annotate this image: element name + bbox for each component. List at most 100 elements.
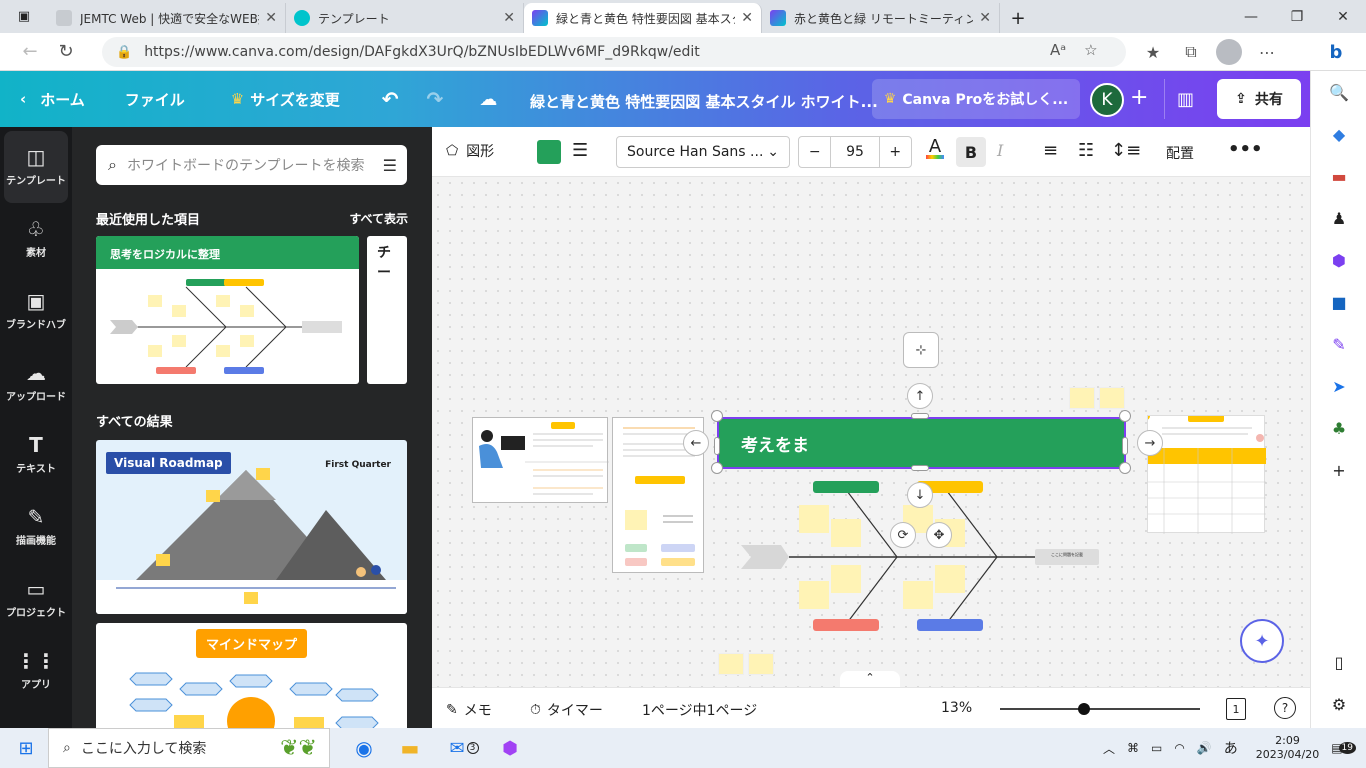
taskbar-clock[interactable]: 2:09 2023/04/20 — [1256, 734, 1319, 762]
more-options-icon[interactable]: ••• — [1228, 139, 1263, 160]
arrow-up-icon[interactable]: ↑ — [907, 383, 933, 409]
focus-icon[interactable]: ⊹ — [903, 332, 939, 368]
collections-icon[interactable]: ⧉ — [1178, 39, 1204, 65]
resize-handle-top[interactable] — [911, 413, 929, 419]
edge-taskbar-icon[interactable]: ◉ — [344, 732, 384, 764]
align-left-icon[interactable]: ≡ — [1043, 140, 1058, 161]
close-tab-icon[interactable]: ✕ — [265, 10, 277, 26]
outlook-icon[interactable]: ■ — [1311, 281, 1366, 323]
ime-icon[interactable]: あ — [1224, 738, 1238, 758]
font-family-select[interactable]: Source Han Sans ... ⌄ — [616, 136, 790, 168]
tree-icon[interactable]: ♣ — [1311, 407, 1366, 449]
result-template-1[interactable]: Visual Roadmap First Quarter — [96, 440, 407, 614]
zoom-slider[interactable] — [1000, 703, 1200, 715]
windows-start-icon[interactable]: ⊞ — [6, 732, 46, 764]
browser-tab-4[interactable]: 赤と黄色と緑 リモートミーティング 基本✕ — [762, 3, 1000, 33]
fill-color-swatch[interactable] — [537, 140, 561, 164]
sticky-note[interactable] — [748, 653, 774, 675]
tab-actions-icon[interactable]: ▣ — [0, 0, 48, 33]
browser-tab-3[interactable]: 緑と青と黄色 特性要因図 基本スタイル✕ — [524, 3, 762, 33]
filter-icon[interactable]: ☰ — [383, 156, 397, 175]
volume-icon[interactable]: 🔊 — [1197, 741, 1212, 755]
rail-item-elements[interactable]: ♧ 素材 — [0, 203, 72, 275]
close-tab-icon[interactable]: ✕ — [741, 10, 753, 26]
bold-icon[interactable]: B — [956, 137, 986, 167]
line-spacing-icon[interactable]: ↕≡ — [1111, 140, 1141, 161]
border-style-icon[interactable]: ☰ — [572, 140, 588, 161]
rail-item-templates[interactable]: ◫ テンプレート — [4, 131, 68, 203]
wifi-icon[interactable]: ◠ — [1174, 741, 1184, 755]
invite-plus-icon[interactable]: + — [1130, 85, 1148, 110]
arrow-down-icon[interactable]: ↓ — [907, 482, 933, 508]
resize-handle-bl[interactable] — [711, 462, 723, 474]
insights-icon[interactable]: ▥ — [1164, 79, 1206, 119]
tools-icon[interactable]: ▬ — [1311, 155, 1366, 197]
fishbone-diagram[interactable] — [737, 477, 1157, 647]
move-icon[interactable]: ✥ — [926, 522, 952, 548]
intro-card[interactable] — [472, 417, 609, 503]
explorer-taskbar-icon[interactable]: ▬ — [390, 732, 430, 764]
close-window-icon[interactable]: ✕ — [1320, 0, 1366, 33]
sticky-note[interactable] — [1069, 387, 1095, 409]
rail-item-draw[interactable]: ✎ 描画機能 — [0, 491, 72, 563]
template-search-input[interactable]: ⌕ ホワイトボードのテンプレートを検索 ☰ — [96, 145, 407, 185]
bing-icon[interactable]: b — [1318, 36, 1354, 68]
design-canvas[interactable]: ここに問題を記載 考えをま ← → ↑ ↓ ⊹ ⟳ ✥ ✦ ⌃ — [432, 177, 1310, 687]
more-icon[interactable]: ⋯ — [1254, 39, 1280, 65]
connector-dot[interactable] — [1256, 434, 1264, 442]
document-title[interactable]: 緑と青と黄色 特性要因図 基本スタイル ホワイト... — [530, 91, 878, 112]
notes-button[interactable]: ✎ メモ — [446, 700, 492, 720]
browser-tab-2[interactable]: テンプレート ✕ — [286, 3, 524, 33]
profile-icon[interactable] — [1216, 39, 1242, 65]
minimize-icon[interactable]: — — [1228, 0, 1274, 33]
font-size-value[interactable]: 95 — [830, 136, 880, 168]
resize-button[interactable]: ♛ サイズを変更 — [217, 71, 354, 127]
text-color-icon[interactable]: A — [926, 138, 944, 159]
shape-button[interactable]: ⬠ 図形 — [446, 141, 494, 161]
add-favorite-icon[interactable]: ☆ — [1084, 41, 1097, 59]
resize-handle-bottom[interactable] — [911, 465, 929, 471]
new-tab-icon[interactable]: + — [1000, 3, 1036, 33]
file-menu[interactable]: ファイル — [111, 71, 199, 127]
battery-icon[interactable]: ▭ — [1151, 741, 1162, 755]
recent-template-1[interactable]: 思考をロジカルに整理 — [96, 236, 359, 384]
decrease-size-button[interactable]: − — [799, 144, 830, 160]
search-icon[interactable]: 🔍 — [1311, 71, 1366, 113]
mail-taskbar-icon[interactable]: ✉ 3 — [444, 732, 484, 764]
back-icon[interactable]: ← — [12, 37, 48, 67]
resize-handle-right[interactable] — [1122, 437, 1128, 455]
notification-icon[interactable]: ▤ 19 — [1331, 741, 1356, 755]
increase-size-button[interactable]: + — [880, 144, 911, 160]
sticky-note[interactable] — [718, 653, 744, 675]
arrow-right-icon[interactable]: → — [1137, 430, 1163, 456]
resize-handle-br[interactable] — [1119, 462, 1131, 474]
rail-item-brand[interactable]: ▣ ブランドハブ — [0, 275, 72, 347]
close-tab-icon[interactable]: ✕ — [979, 10, 991, 26]
resize-handle-tr[interactable] — [1119, 410, 1131, 422]
result-template-2[interactable]: マインドマップ — [96, 623, 407, 728]
rotate-icon[interactable]: ⟳ — [890, 522, 916, 548]
rail-item-apps[interactable]: ⋮⋮ アプリ — [0, 635, 72, 707]
restore-icon[interactable]: ❐ — [1274, 0, 1320, 33]
reload-icon[interactable]: ↻ — [48, 37, 84, 67]
cloud-saved-icon[interactable]: ☁ — [465, 71, 511, 127]
timer-button[interactable]: ⏱ タイマー — [530, 700, 603, 720]
browser-tab-1[interactable]: JEMTC Web | 快適で安全なWEB授業✕ — [48, 3, 286, 33]
tray-expand-icon[interactable]: ︿ — [1103, 740, 1115, 757]
add-icon[interactable]: + — [1311, 449, 1366, 491]
avatar[interactable]: K — [1090, 83, 1124, 117]
try-pro-button[interactable]: ♛ Canva Proをお試しく... — [872, 79, 1080, 119]
resize-handle-tl[interactable] — [711, 410, 723, 422]
list-icon[interactable]: ☷ — [1078, 140, 1094, 161]
selected-text-box[interactable]: 考えをま — [717, 417, 1126, 469]
redo-icon[interactable]: ↷ — [413, 71, 458, 127]
games-icon[interactable]: ♟ — [1311, 197, 1366, 239]
favorites-icon[interactable]: ★ — [1140, 39, 1166, 65]
read-aloud-icon[interactable]: Aᵃ — [1050, 41, 1066, 59]
close-tab-icon[interactable]: ✕ — [503, 10, 515, 26]
help-icon[interactable]: ? — [1274, 697, 1296, 719]
chevron-up-icon[interactable]: ⌃ — [840, 671, 900, 687]
zoom-level[interactable]: 13% — [941, 700, 972, 716]
sticky-note[interactable] — [1099, 387, 1125, 409]
rail-item-projects[interactable]: ▭ プロジェクト — [0, 563, 72, 635]
